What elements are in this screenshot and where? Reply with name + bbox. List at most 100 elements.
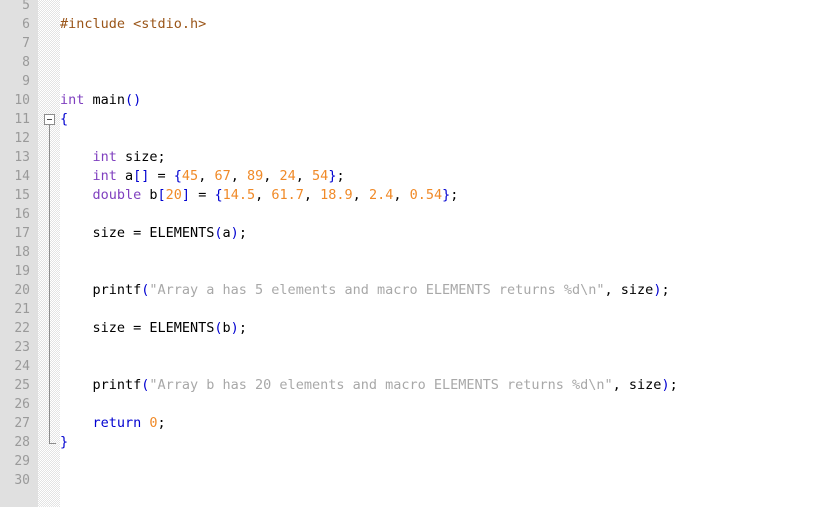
line-number: 16 <box>14 207 30 222</box>
code-line[interactable]: int size; <box>92 148 165 167</box>
line-number: 14 <box>14 169 30 184</box>
code-token-plain: , <box>352 187 369 203</box>
code-token-number: 2.4 <box>368 187 394 203</box>
code-token-plain: , <box>230 168 247 184</box>
code-line[interactable]: int main() <box>60 91 141 110</box>
code-token-preproc: #include <stdio.h> <box>60 16 207 32</box>
code-token-plain: ; <box>238 225 247 241</box>
code-token-number: 0 <box>149 415 158 431</box>
code-token-plain: size; <box>116 149 166 165</box>
code-line[interactable]: } <box>60 433 68 452</box>
code-line[interactable]: printf("Array b has 20 elements and macr… <box>92 376 677 395</box>
code-token-plain: , <box>393 187 410 203</box>
code-token-plain: = <box>190 187 215 203</box>
code-token-keyword: double <box>92 187 142 203</box>
code-token-brace: { <box>214 187 223 203</box>
code-token-plain: , <box>303 187 321 203</box>
code-text-area[interactable] <box>60 0 833 507</box>
code-token-number: 67 <box>214 168 231 184</box>
code-token-bracket: ) <box>661 377 670 393</box>
code-token-number: 0.54 <box>409 187 443 203</box>
line-number: 26 <box>14 397 30 412</box>
code-token-keyword: int <box>92 168 117 184</box>
code-token-bracket: ) <box>230 320 239 336</box>
code-line[interactable]: size = ELEMENTS(a); <box>92 224 246 243</box>
code-token-plain: ; <box>669 377 678 393</box>
code-token-plain: printf <box>92 377 142 393</box>
code-token-bracket: ) <box>230 225 239 241</box>
fold-range-line <box>49 125 50 443</box>
code-token-keyword: int <box>60 92 85 108</box>
line-number: 15 <box>14 188 30 203</box>
code-line[interactable]: return 0; <box>92 414 165 433</box>
line-number: 5 <box>22 0 30 13</box>
code-token-number: 20 <box>165 187 182 203</box>
code-token-plain: , size <box>604 282 654 298</box>
fold-toggle-button[interactable] <box>44 114 55 125</box>
code-token-keyword: int <box>92 149 117 165</box>
code-token-plain: , <box>263 168 280 184</box>
code-token-keyword2: return <box>92 415 142 431</box>
code-token-plain: size = ELEMENTS <box>92 320 215 336</box>
line-number: 11 <box>14 112 30 127</box>
code-token-bracket: ( <box>214 225 223 241</box>
code-token-string: "Array b has 20 elements and macro ELEME… <box>149 377 613 393</box>
line-number: 28 <box>14 435 30 450</box>
code-token-plain: ; <box>336 168 345 184</box>
code-token-plain: , <box>198 168 215 184</box>
code-line[interactable]: double b[20] = {14.5, 61.7, 18.9, 2.4, 0… <box>92 186 458 205</box>
code-line[interactable]: { <box>60 110 68 129</box>
code-editor[interactable]: 5 6 7 8 9 10 11 12 13 14 15 16 17 18 19 20 21 22 23 24 25 26 2… <box>0 0 833 507</box>
line-number: 25 <box>14 378 30 393</box>
code-token-plain: b <box>141 187 158 203</box>
line-number: 20 <box>14 283 30 298</box>
line-number: 29 <box>14 454 30 469</box>
code-token-plain: b <box>222 320 231 336</box>
code-token-plain: size = ELEMENTS <box>92 225 215 241</box>
code-token-plain: main <box>84 92 126 108</box>
line-number: 27 <box>14 416 30 431</box>
code-token-bracket: ( <box>214 320 223 336</box>
line-number: 7 <box>22 36 30 51</box>
code-token-plain: = <box>149 168 174 184</box>
code-token-number: 89 <box>246 168 264 184</box>
code-token-bracket: [] <box>133 168 150 184</box>
line-number: 17 <box>14 226 30 241</box>
code-token-bracket: () <box>125 92 142 108</box>
code-line[interactable]: printf("Array a has 5 elements and macro… <box>92 281 669 300</box>
line-number: 8 <box>22 55 30 70</box>
code-token-brace: } <box>60 434 69 450</box>
code-token-plain: ; <box>157 415 166 431</box>
code-token-plain: a <box>116 168 134 184</box>
code-token-number: 18.9 <box>320 187 353 203</box>
line-number: 30 <box>14 473 30 488</box>
code-token-number: 24 <box>279 168 296 184</box>
code-token-plain: , <box>255 187 272 203</box>
line-number: 9 <box>22 74 30 89</box>
code-token-number: 45 <box>181 168 199 184</box>
code-token-plain: ; <box>450 187 459 203</box>
fold-range-end-marker <box>49 443 56 444</box>
line-number: 23 <box>14 340 30 355</box>
code-token-number: 14.5 <box>222 187 256 203</box>
line-number: 24 <box>14 359 30 374</box>
code-line[interactable]: size = ELEMENTS(b); <box>92 319 246 338</box>
code-token-bracket: ] <box>181 187 191 203</box>
code-line[interactable]: int a[] = {45, 67, 89, 24, 54}; <box>92 167 344 186</box>
line-number: 18 <box>14 245 30 260</box>
code-token-number: 61.7 <box>271 187 304 203</box>
line-number: 10 <box>14 93 30 108</box>
code-token-brace: { <box>173 168 182 184</box>
line-number: 19 <box>14 264 30 279</box>
line-number: 13 <box>14 150 30 165</box>
code-token-plain: , size <box>612 377 662 393</box>
code-token-number: 54 <box>312 168 329 184</box>
code-token-plain: , <box>295 168 313 184</box>
code-token-plain: ; <box>238 320 247 336</box>
code-token-plain: ; <box>661 282 670 298</box>
line-number: 6 <box>22 17 30 32</box>
code-token-plain: printf <box>92 282 142 298</box>
line-number: 21 <box>14 302 30 317</box>
code-line[interactable]: #include <stdio.h> <box>60 15 206 34</box>
code-token-bracket: [ <box>157 187 166 203</box>
